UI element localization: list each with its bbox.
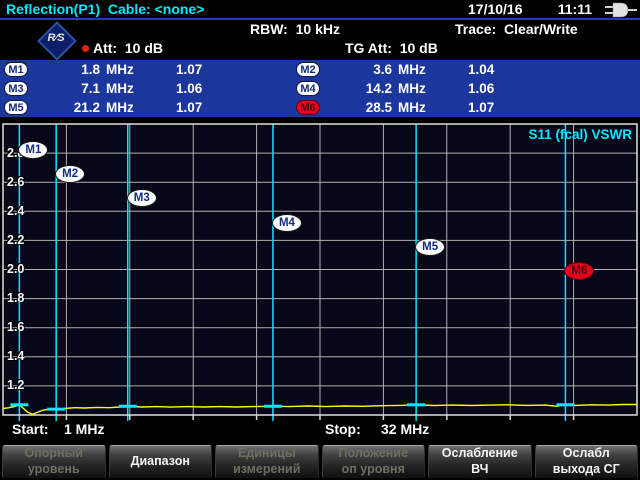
- softkey-label-line: Ослабление: [442, 446, 518, 462]
- stop-value: 32 MHz: [381, 421, 429, 437]
- start-label: Start:: [12, 421, 49, 437]
- graph-marker-label-m4: M4: [272, 214, 302, 232]
- y-axis-tick-label: 1.6: [7, 320, 24, 334]
- marker-trace-tick-m2: [47, 408, 65, 411]
- marker-trace-tick-m1: [10, 403, 28, 406]
- softkey-label-line: Единицы: [238, 446, 296, 462]
- softkey-ослабл-выхода-сг[interactable]: Ослаблвыхода СГ: [535, 445, 639, 479]
- softkey-label-line: измерений: [233, 462, 300, 478]
- softkey-label-line: выхода СГ: [553, 462, 620, 478]
- y-axis-tick-label: 1.2: [7, 378, 24, 392]
- stop-label: Stop:: [325, 421, 361, 437]
- vswr-chart: [0, 0, 640, 480]
- y-axis-tick-label: 2.0: [7, 262, 24, 276]
- softkey-label-line: Ослабл: [563, 446, 610, 462]
- frequency-axis-row: Start: 1 MHz Stop: 32 MHz: [0, 421, 640, 441]
- graph-marker-label-m5: M5: [415, 238, 445, 256]
- softkey-label-line: Опорный: [25, 446, 83, 462]
- softkey-label-line: оп уровня: [342, 462, 405, 478]
- start-value: 1 MHz: [64, 421, 104, 437]
- marker-trace-tick-m5: [407, 403, 425, 406]
- softkey-единицы-измерений[interactable]: Единицыизмерений: [215, 445, 319, 479]
- y-axis-tick-label: 2.2: [7, 233, 24, 247]
- marker-trace-tick-m6: [556, 403, 574, 406]
- y-axis-tick-label: 1.4: [7, 349, 24, 363]
- marker-trace-tick-m4: [264, 405, 282, 408]
- softkey-label-line: Диапазон: [131, 454, 190, 470]
- softkey-bar: ОпорныйуровеньДиапазонЕдиницыизмеренийПо…: [0, 445, 640, 479]
- softkey-label-line: ВЧ: [471, 462, 488, 478]
- softkey-label-line: Положение: [339, 446, 408, 462]
- trace-title: S11 (fcal) VSWR: [528, 127, 632, 142]
- softkey-диапазон[interactable]: Диапазон: [109, 445, 213, 479]
- marker-trace-tick-m3: [119, 405, 137, 408]
- y-axis-tick-label: 1.8: [7, 291, 24, 305]
- softkey-label-line: уровень: [28, 462, 80, 478]
- analyzer-screen: Reflection(P1) Cable: <none> 17/10/16 11…: [0, 0, 640, 480]
- softkey-положение-оп-уровня[interactable]: Положениеоп уровня: [322, 445, 426, 479]
- softkey-опорный-уровень[interactable]: Опорныйуровень: [2, 445, 106, 479]
- softkey-ослабление-вч[interactable]: ОслаблениеВЧ: [428, 445, 532, 479]
- y-axis-tick-label: 2.4: [7, 204, 24, 218]
- y-axis-tick-label: 2.6: [7, 175, 24, 189]
